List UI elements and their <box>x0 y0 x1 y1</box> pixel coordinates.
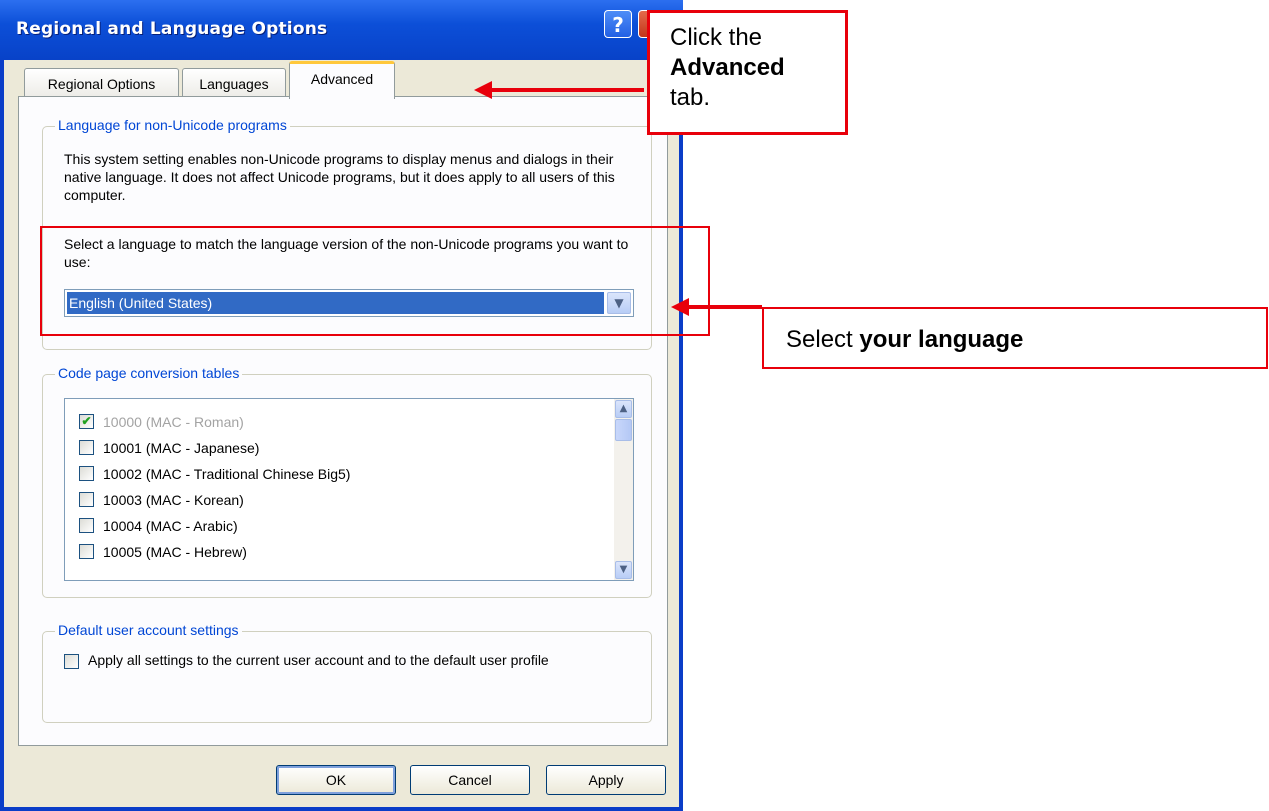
list-item-label: 10005 (MAC - Hebrew) <box>103 544 247 560</box>
list-item-label: 10002 (MAC - Traditional Chinese Big5) <box>103 466 351 482</box>
checkbox[interactable] <box>79 492 94 507</box>
tab-label: Advanced <box>310 71 374 87</box>
advanced-arrow-shaft <box>490 88 644 92</box>
language-arrow-shaft <box>688 305 762 309</box>
default-user-legend: Default user account settings <box>55 622 242 638</box>
arrow-left-icon <box>474 81 492 99</box>
list-item-label: 10004 (MAC - Arabic) <box>103 518 238 534</box>
language-callout: Select your language <box>762 307 1268 369</box>
scroll-down-button[interactable]: ▼ <box>615 561 632 579</box>
tab-label: Regional Options <box>47 76 156 92</box>
chevron-up-icon: ▲ <box>619 403 628 414</box>
list-item-label: 10000 (MAC - Roman) <box>103 414 244 430</box>
list-scrollbar[interactable]: ▲ ▼ <box>614 399 633 580</box>
ok-button[interactable]: OK <box>276 765 396 795</box>
advanced-tab-callout: Click the Advanced tab. <box>647 10 848 135</box>
question-icon: ? <box>612 13 624 37</box>
window-title: Regional and Language Options <box>16 19 328 39</box>
apply-default-user-label: Apply all settings to the current user a… <box>88 652 549 668</box>
language-highlight-box <box>40 226 710 336</box>
callout-text-bold: Advanced <box>670 54 785 81</box>
callout-text-line3: tab. <box>670 84 711 111</box>
checkbox[interactable] <box>79 466 94 481</box>
checkbox[interactable] <box>79 440 94 455</box>
callout-text-line1: Click the <box>670 24 763 51</box>
tab-languages[interactable]: Languages <box>182 68 286 98</box>
code-page-listbox[interactable]: ✔ 10000 (MAC - Roman) 10001 (MAC - Japan… <box>64 398 634 581</box>
checkbox[interactable] <box>79 518 94 533</box>
tab-label: Languages <box>199 76 269 92</box>
callout-bold: your language <box>859 326 1024 353</box>
code-page-legend: Code page conversion tables <box>55 365 243 381</box>
default-user-group: Default user account settings <box>42 622 652 723</box>
non-unicode-legend: Language for non-Unicode programs <box>55 117 290 133</box>
chevron-down-icon: ▼ <box>619 564 628 575</box>
arrow-left-icon <box>671 298 689 316</box>
non-unicode-description: This system setting enables non-Unicode … <box>64 151 615 203</box>
cancel-button[interactable]: Cancel <box>410 765 530 795</box>
title-bar[interactable]: Regional and Language Options ? <box>0 0 683 60</box>
tab-advanced[interactable]: Advanced <box>289 61 395 99</box>
list-item-label: 10001 (MAC - Japanese) <box>103 440 260 456</box>
callout-prefix: Select <box>786 326 860 353</box>
checkbox-checked[interactable]: ✔ <box>79 414 94 429</box>
apply-default-user-checkbox[interactable] <box>64 654 79 669</box>
tab-regional-options[interactable]: Regional Options <box>24 68 179 98</box>
scroll-thumb[interactable] <box>615 419 632 441</box>
apply-button[interactable]: Apply <box>546 765 666 795</box>
scroll-up-button[interactable]: ▲ <box>615 400 632 418</box>
checkbox[interactable] <box>79 544 94 559</box>
help-button[interactable]: ? <box>604 10 632 38</box>
list-item-label: 10003 (MAC - Korean) <box>103 492 244 508</box>
